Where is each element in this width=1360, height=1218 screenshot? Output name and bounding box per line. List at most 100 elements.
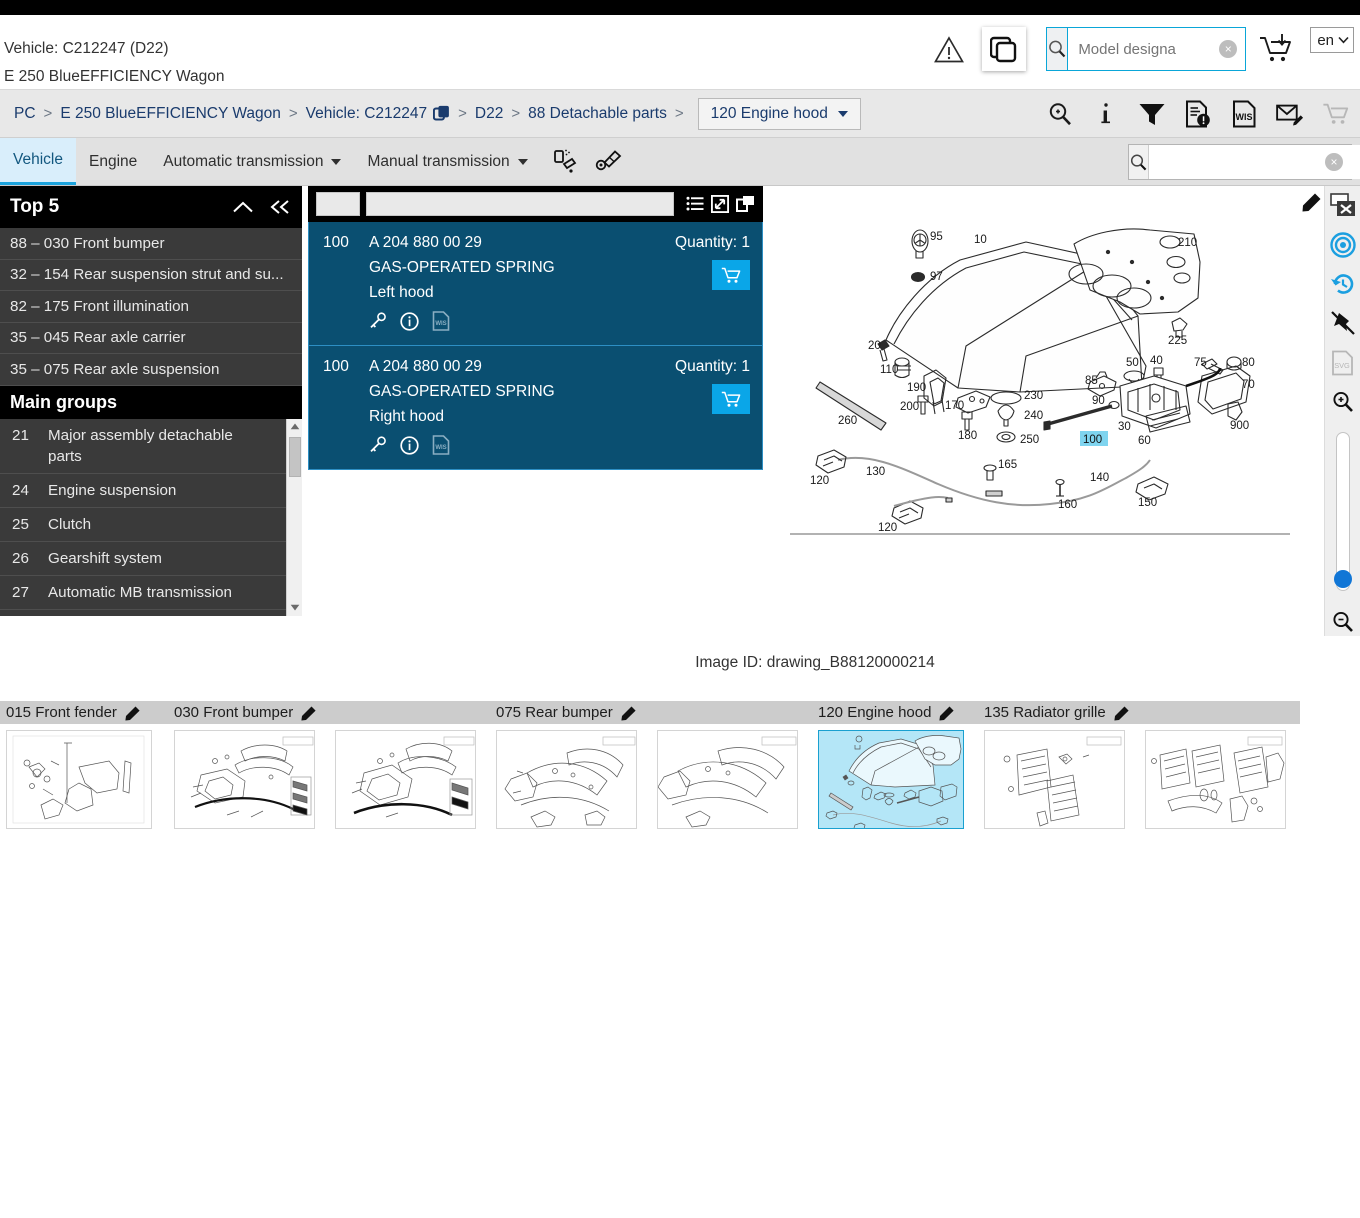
duplicate-window-icon[interactable] [736, 195, 755, 213]
table-row[interactable]: 100 A 204 880 00 29 GAS-OPERATED SPRING … [308, 346, 763, 470]
top5-item-3[interactable]: 35 – 045 Rear axle carrier [0, 323, 302, 355]
top5-item-4[interactable]: 35 – 075 Rear axle suspension [0, 354, 302, 386]
close-window-icon[interactable] [1328, 192, 1358, 219]
warning-triangle-icon[interactable] [928, 29, 970, 69]
parts-filter-pos-input[interactable] [316, 192, 360, 216]
history-undo-icon[interactable] [1328, 271, 1358, 298]
scrollbar-thumb[interactable] [289, 437, 301, 477]
top5-item-1[interactable]: 32 – 154 Rear suspension strut and su... [0, 260, 302, 292]
zoom-out-icon[interactable] [1328, 609, 1358, 636]
filter-funnel-icon[interactable] [1138, 98, 1166, 130]
tab-automatic-transmission[interactable]: Automatic transmission [150, 138, 354, 185]
search-icon[interactable] [1129, 145, 1149, 179]
list-view-icon[interactable] [686, 196, 704, 212]
breadcrumb-item-2[interactable]: Vehicle: C212247 [306, 105, 428, 123]
expand-arrows-icon[interactable] [711, 195, 729, 213]
thumbnail-item-selected[interactable] [818, 730, 964, 829]
wis-document-icon[interactable]: WIS [1230, 98, 1258, 130]
tab-engine[interactable]: Engine [76, 138, 150, 185]
edit-pencil-icon[interactable] [125, 705, 141, 721]
chevron-up-icon[interactable] [232, 200, 254, 214]
main-group-item-25[interactable]: 25 Clutch [0, 508, 302, 542]
zoom-in-icon[interactable] [1328, 388, 1358, 415]
svg-text:WIS: WIS [435, 321, 446, 327]
top5-item-2[interactable]: 82 – 175 Front illumination [0, 291, 302, 323]
thumbnail-item[interactable] [657, 730, 798, 829]
breadcrumb-item-4[interactable]: 88 Detachable parts [528, 105, 667, 123]
search-icon[interactable] [1047, 28, 1068, 70]
clear-search-icon[interactable]: × [1219, 40, 1237, 58]
info-circle-icon[interactable] [400, 436, 419, 455]
main-group-item-24[interactable]: 24 Engine suspension [0, 474, 302, 508]
thumbnail-item[interactable] [335, 730, 476, 829]
part-details: A 204 880 00 29 GAS-OPERATED SPRING Left… [369, 234, 630, 331]
add-part-to-cart-button[interactable] [712, 384, 750, 414]
main-group-item-26[interactable]: 26 Gearshift system [0, 542, 302, 576]
tab-vehicle[interactable]: Vehicle [0, 138, 76, 185]
unpin-icon[interactable] [1328, 310, 1358, 337]
svg-export-icon[interactable]: SVG [1328, 349, 1358, 376]
info-icon[interactable] [1092, 98, 1120, 130]
thumbnail-strip: 015 Front fender [0, 701, 1360, 836]
key-icon[interactable] [369, 436, 387, 454]
document-alert-icon[interactable] [1184, 98, 1212, 130]
svg-text:130: 130 [866, 466, 885, 478]
target-locate-icon[interactable] [1328, 231, 1358, 258]
info-circle-icon[interactable] [400, 312, 419, 331]
top5-item-0[interactable]: 88 – 030 Front bumper [0, 228, 302, 260]
main-group-item-21[interactable]: 21 Major assembly detachable parts [0, 419, 302, 474]
wis-document-icon[interactable]: WIS [432, 311, 450, 331]
thumbnail-item[interactable] [6, 730, 152, 829]
mail-edit-icon[interactable] [1276, 98, 1304, 130]
thumb-group-header[interactable]: 030 Front bumper [168, 701, 490, 724]
thumb-group-front-bumper: 030 Front bumper [168, 701, 490, 829]
svg-text:150: 150 [1138, 497, 1157, 509]
technical-drawing[interactable]: 95 97 10 210 20 110 190 200 170 180 230 … [790, 186, 1300, 646]
copy-documents-icon[interactable] [982, 27, 1026, 71]
scroll-up-arrow-icon[interactable] [287, 419, 302, 435]
key-icon[interactable] [369, 312, 387, 330]
edit-pencil-icon[interactable] [301, 705, 317, 721]
tab-manual-transmission[interactable]: Manual transmission [354, 138, 540, 185]
thumbnail-item[interactable] [1145, 730, 1286, 829]
edit-pencil-icon[interactable] [1114, 705, 1130, 721]
svg-text:210: 210 [1178, 237, 1197, 249]
scroll-down-arrow-icon[interactable] [287, 600, 302, 616]
thumb-group-header[interactable]: 135 Radiator grille [978, 701, 1300, 724]
thumb-group-header[interactable]: 120 Engine hood [812, 701, 978, 724]
edit-pencil-icon[interactable] [621, 705, 637, 721]
thumb-row [0, 724, 168, 829]
part-details: A 204 880 00 29 GAS-OPERATED SPRING Righ… [369, 358, 630, 455]
bolt-fastener-icon[interactable] [595, 148, 623, 176]
language-selector[interactable]: en [1310, 27, 1354, 53]
thumb-group-header[interactable]: 015 Front fender [0, 701, 168, 724]
thumb-group-label: 015 Front fender [6, 704, 117, 721]
breadcrumb-item-0[interactable]: PC [14, 105, 36, 123]
parts-filter-text-input[interactable] [366, 192, 674, 216]
thumbnail-item[interactable] [174, 730, 315, 829]
paint-spray-icon[interactable] [553, 148, 579, 176]
thumb-group-header[interactable]: 075 Rear bumper [490, 701, 812, 724]
thumbnail-item[interactable] [984, 730, 1125, 829]
svg-text:110: 110 [880, 364, 898, 376]
clear-parts-search-icon[interactable]: × [1325, 153, 1343, 171]
breadcrumb-item-3[interactable]: D22 [475, 105, 503, 123]
breadcrumb-active-dropdown[interactable]: 120 Engine hood [698, 98, 861, 130]
zoom-slider-knob[interactable] [1334, 570, 1352, 588]
zoom-in-icon[interactable] [1046, 98, 1074, 130]
wis-document-icon[interactable]: WIS [432, 435, 450, 455]
table-row[interactable]: 100 A 204 880 00 29 GAS-OPERATED SPRING … [308, 222, 763, 346]
thumbnail-item[interactable] [496, 730, 637, 829]
main-groups-scrollbar[interactable] [286, 419, 302, 616]
edit-pencil-icon[interactable] [939, 705, 955, 721]
chevron-double-left-icon[interactable] [268, 199, 292, 215]
add-part-to-cart-button[interactable] [712, 260, 750, 290]
zoom-slider[interactable] [1336, 432, 1350, 591]
shopping-cart-icon[interactable] [1322, 98, 1350, 130]
tab-automatic-transmission-label: Automatic transmission [163, 153, 323, 171]
main-group-item-27[interactable]: 27 Automatic MB transmission [0, 576, 302, 610]
breadcrumb-item-1[interactable]: E 250 BlueEFFICIENCY Wagon [60, 105, 281, 123]
breadcrumb-copy-icon[interactable] [433, 105, 450, 123]
model-search-input[interactable] [1068, 28, 1303, 70]
edit-pencil-icon[interactable] [1302, 192, 1322, 212]
